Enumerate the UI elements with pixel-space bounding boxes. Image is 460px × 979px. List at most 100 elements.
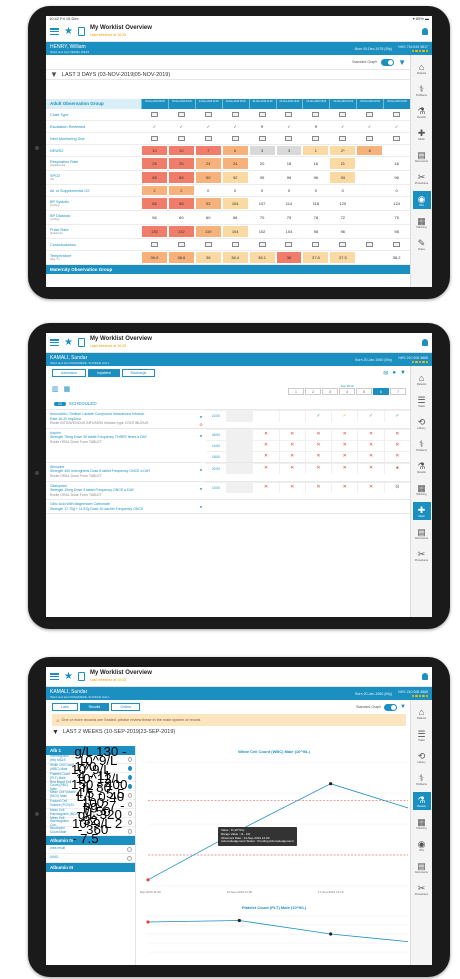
sidebar-item-problems[interactable]: ⚕ Problems [413, 770, 431, 788]
observation-cell[interactable] [196, 110, 221, 119]
sidebar-item-planning[interactable]: ▦ Planning [413, 213, 431, 231]
patient-banner[interactable]: KAMALI, Sundar Ward and bed RUSHMERE, SU… [46, 353, 432, 366]
sidebar-item-tasks[interactable]: ☰ Tasks [413, 392, 431, 410]
sidebar-item-results[interactable]: ⚗ Results [413, 458, 431, 476]
sidebar-item-procedures[interactable]: ✂ Procedures [413, 169, 431, 187]
observation-cell[interactable]: 39.0 [142, 252, 167, 263]
observation-cell[interactable]: 0 [277, 186, 302, 195]
observation-cell[interactable] [330, 134, 355, 143]
administration-cell[interactable]: ⊙ [383, 482, 410, 494]
day-5[interactable]: 5 [356, 387, 372, 395]
observation-cell[interactable]: 118 [303, 198, 328, 209]
administration-cell[interactable]: ✓ [331, 410, 357, 422]
observation-cell[interactable] [357, 240, 382, 249]
administration-cell[interactable]: ✕ [331, 482, 357, 494]
menu-icon[interactable] [50, 339, 59, 346]
day-1[interactable]: 1 [288, 387, 304, 395]
observation-cell[interactable] [357, 186, 382, 195]
bell-icon[interactable] [422, 339, 428, 346]
observation-cell[interactable]: 130 [142, 226, 167, 237]
administration-cell[interactable]: ✕ [357, 451, 383, 463]
administration-cell[interactable]: ● [383, 463, 410, 475]
observation-cell[interactable] [250, 134, 275, 143]
sidebar-item-results[interactable]: ⚗ Results [412, 792, 431, 810]
observation-label[interactable]: Temperature (deg °C) [46, 251, 141, 264]
observation-cell[interactable]: 6 [222, 146, 248, 155]
tab-results[interactable]: Results [79, 703, 110, 711]
graph-toggle[interactable] [384, 703, 398, 711]
observation-cell[interactable] [142, 110, 167, 119]
observation-cell[interactable]: 0 [384, 186, 409, 195]
administration-cell[interactable]: ✕ [304, 463, 331, 475]
observation-cell[interactable]: ✓ [196, 122, 221, 131]
result-item[interactable]: UIMO [46, 854, 135, 863]
observation-cell[interactable] [357, 252, 382, 263]
column-header[interactable]: 04-Nov-2019 02:00 [329, 99, 356, 109]
graph-toggle[interactable] [381, 58, 395, 66]
administration-cell[interactable]: ✕ [278, 463, 305, 475]
observation-cell[interactable]: ✓ [277, 122, 302, 131]
chat-icon[interactable]: ✉ [383, 370, 388, 377]
observation-cell[interactable]: 10 [168, 146, 194, 155]
observation-cell[interactable] [330, 110, 355, 119]
sidebar-item-patients[interactable]: ⌂ Patients [413, 704, 431, 722]
observation-label[interactable]: BP Diastolic (mmHg) [46, 211, 141, 224]
result-group-header[interactable]: Albumin III [46, 863, 135, 872]
administration-cell[interactable] [226, 440, 253, 452]
observation-cell[interactable]: ✕ [250, 122, 275, 131]
administration-cell[interactable]: ✕ [357, 440, 383, 452]
observation-cell[interactable]: 38.2 [384, 252, 409, 263]
observation-cell[interactable]: 68 [223, 212, 248, 223]
tab-admission[interactable]: Admission [52, 369, 87, 377]
observation-cell[interactable]: 90 [195, 172, 221, 183]
observation-cell[interactable] [357, 158, 382, 169]
observation-cell[interactable]: 88 [142, 172, 167, 183]
filter-icon[interactable]: ▼ [52, 729, 59, 736]
observation-cell[interactable]: ✓ [169, 122, 194, 131]
observation-cell[interactable]: 88 [168, 198, 194, 209]
column-header[interactable]: 03-Nov-2019 22:00 [356, 99, 383, 109]
observation-cell[interactable]: 0 [250, 186, 275, 195]
star-icon[interactable]: ★ [64, 671, 73, 682]
administration-cell[interactable]: ✓ [357, 410, 383, 422]
observation-cell[interactable] [303, 110, 328, 119]
observation-cell[interactable]: ✓ [384, 122, 409, 131]
observation-cell[interactable]: 37.5 [330, 252, 356, 263]
administration-cell[interactable] [278, 410, 305, 422]
sidebar-item-procedures[interactable]: ✂ Procedures [413, 546, 431, 564]
observation-label[interactable]: Next Monitoring Due [46, 133, 141, 144]
observation-cell[interactable]: 98 [303, 226, 328, 237]
observation-cell[interactable] [384, 146, 409, 155]
observation-label[interactable]: NEWS2 [46, 145, 141, 156]
worklist-icon[interactable] [77, 27, 85, 36]
observation-cell[interactable]: 120 [330, 198, 355, 209]
day-7[interactable]: 7 [390, 387, 406, 395]
administration-cell[interactable]: ✕ [331, 429, 357, 441]
observation-label[interactable]: Air or Supplemental O2 [46, 185, 141, 196]
administration-cell[interactable]: ✓ [304, 410, 331, 422]
observation-cell[interactable]: 24 [195, 158, 221, 169]
observation-cell[interactable] [384, 110, 409, 119]
administration-cell[interactable]: ✕ [278, 429, 305, 441]
column-header[interactable]: 04-Nov-2019 10:00 [275, 99, 303, 109]
observation-cell[interactable] [196, 134, 221, 143]
observation-cell[interactable]: 0 [223, 186, 248, 195]
sidebar-item-problems[interactable]: ⚕ Problems [413, 436, 431, 454]
observation-cell[interactable]: 18 [384, 158, 409, 169]
bell-icon[interactable] [422, 28, 428, 35]
maternity-group-header[interactable]: Maternity Observation Group [46, 265, 410, 274]
observation-cell[interactable] [223, 110, 248, 119]
result-item[interactable]: urea result [46, 845, 135, 854]
observation-cell[interactable]: 96 [303, 172, 328, 183]
observation-cell[interactable] [357, 198, 382, 209]
observation-cell[interactable] [169, 110, 194, 119]
column-header[interactable]: 03-Nov-2019 18:00 [383, 99, 410, 109]
observation-cell[interactable] [277, 134, 302, 143]
observation-cell[interactable]: 56 [142, 212, 167, 223]
administration-cell[interactable] [252, 410, 278, 422]
column-header[interactable]: 04-Nov-2019 06:00 [302, 99, 329, 109]
sidebar-item-documents[interactable]: ▤ Documents [413, 147, 431, 165]
administration-cell[interactable] [226, 410, 253, 422]
result-select-radio[interactable] [128, 801, 132, 807]
sidebar-item-problems[interactable]: ⚕ Problems [413, 81, 431, 99]
